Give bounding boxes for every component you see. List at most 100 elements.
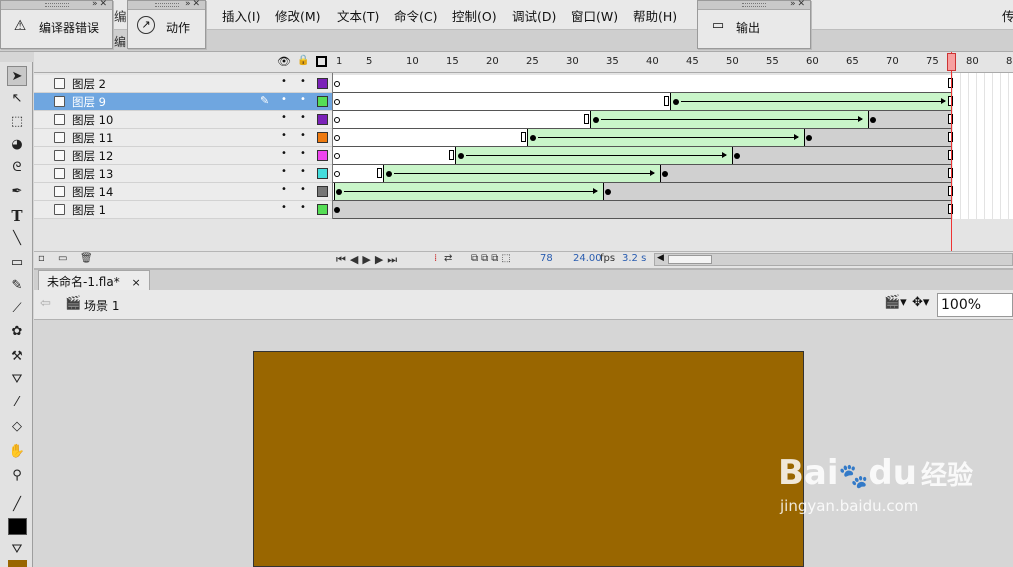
keyframe[interactable] (334, 207, 340, 213)
layer-row[interactable]: 图层 14 • • (34, 183, 332, 201)
delete-layer-icon[interactable]: 🗑 (80, 253, 93, 264)
playback-controls-icon[interactable]: ⏮◀▶▶⏭ (336, 253, 401, 267)
lock-dot[interactable]: • (300, 202, 306, 213)
menu-insert[interactable]: 插入(I) (222, 6, 260, 25)
static-frames[interactable] (333, 201, 951, 218)
zoom-input[interactable]: 100% (937, 293, 1013, 317)
layer-frames[interactable] (333, 129, 953, 147)
lock-dot[interactable]: • (300, 76, 306, 87)
layer-row[interactable]: 图层 10 • • (34, 111, 332, 129)
layer-row[interactable]: 图层 9 ✎ • • (34, 93, 332, 111)
stage[interactable] (253, 351, 804, 567)
scrollbar-thumb[interactable] (668, 255, 712, 264)
layer-frames[interactable] (333, 111, 953, 129)
layer-name[interactable]: 图层 12 (72, 148, 113, 164)
empty-keyframe[interactable] (334, 99, 340, 105)
panel-titlebar[interactable]: »✕ (128, 0, 205, 10)
time-value[interactable]: 3.2 s (622, 253, 646, 264)
lock-dot[interactable]: • (300, 112, 306, 123)
static-frames[interactable] (804, 129, 951, 146)
static-frames[interactable] (868, 111, 951, 128)
empty-keyframe[interactable] (334, 117, 340, 123)
visibility-dot[interactable]: • (281, 76, 287, 87)
onion-skin-icons[interactable]: ⧉⧉⧉⬚ (471, 253, 514, 264)
end-frame[interactable] (521, 132, 526, 142)
pen-tool-icon[interactable]: ✒ (7, 182, 27, 202)
layer-name[interactable]: 图层 10 (72, 112, 113, 128)
layer-name[interactable]: 图层 9 (72, 94, 106, 110)
layer-color-swatch[interactable] (317, 204, 328, 215)
free-transform-icon[interactable]: ⬚ (7, 112, 27, 132)
layer-name[interactable]: 图层 11 (72, 130, 113, 146)
layer-frames[interactable] (333, 183, 953, 201)
keyframe[interactable] (870, 117, 876, 123)
visibility-dot[interactable]: • (281, 94, 287, 105)
line-tool-icon[interactable]: ╲ (7, 229, 27, 249)
layer-color-swatch[interactable] (317, 78, 328, 89)
pencil-tool-icon[interactable]: ✎ (7, 276, 27, 296)
visibility-dot[interactable]: • (281, 130, 287, 141)
lock-dot[interactable]: • (300, 130, 306, 141)
menu-partial-right[interactable]: 传 (1002, 6, 1013, 25)
fps-value[interactable]: 24.00 (573, 253, 602, 264)
lock-dot[interactable]: • (300, 166, 306, 177)
panel-collapse-close-icon[interactable]: »✕ (185, 0, 202, 9)
layer-color-swatch[interactable] (317, 168, 328, 179)
layer-frames[interactable] (333, 93, 959, 111)
actions-panel[interactable]: »✕ ↗ 动作 (127, 0, 206, 49)
fill-color-icon[interactable]: ⛛ (7, 540, 27, 560)
menu-text[interactable]: 文本(T) (337, 6, 379, 25)
menu-control[interactable]: 控制(O) (452, 6, 497, 25)
close-icon[interactable]: × (132, 276, 141, 289)
end-frame[interactable] (377, 168, 382, 178)
back-arrow-icon[interactable]: ⇦ (40, 296, 51, 311)
scroll-left-icon[interactable]: ◀ (657, 253, 664, 263)
keyframe[interactable] (734, 153, 740, 159)
eyedropper-icon[interactable]: ⁄ (7, 393, 27, 413)
visibility-dot[interactable]: • (281, 184, 287, 195)
menu-help[interactable]: 帮助(H) (633, 6, 677, 25)
rectangle-tool-icon[interactable]: ▭ (7, 253, 27, 273)
layer-name[interactable]: 图层 13 (72, 166, 113, 182)
keyframe[interactable] (530, 135, 536, 141)
panel-collapse-close-icon[interactable]: »✕ (92, 0, 109, 9)
keyframe[interactable] (605, 189, 611, 195)
layer-row[interactable]: 图层 1 • • (34, 201, 332, 219)
layer-color-swatch[interactable] (317, 96, 328, 107)
new-layer-icon[interactable]: ▫ (38, 253, 45, 264)
stroke-color-swatch[interactable] (8, 518, 27, 535)
layer-row[interactable]: 图层 12 • • (34, 147, 332, 165)
keyframe[interactable] (336, 189, 342, 195)
lasso-icon[interactable]: ᘓ (7, 158, 27, 178)
menu-modify[interactable]: 修改(M) (275, 6, 321, 25)
layer-color-swatch[interactable] (317, 186, 328, 197)
lock-dot[interactable]: • (300, 94, 306, 105)
subselection-tool-icon[interactable]: ↖ (7, 89, 27, 109)
frame-ruler[interactable]: 1510152025303540455055606570758085 (333, 52, 1013, 73)
empty-keyframe[interactable] (334, 171, 340, 177)
lock-dot[interactable]: • (300, 148, 306, 159)
static-frames[interactable] (660, 165, 951, 182)
empty-keyframe[interactable] (334, 135, 340, 141)
lock-dot[interactable]: • (300, 184, 306, 195)
current-frame-value[interactable]: 78 (540, 253, 553, 264)
menu-window[interactable]: 窗口(W) (571, 6, 618, 25)
layer-frames[interactable] (333, 147, 953, 165)
keyframe[interactable] (386, 171, 392, 177)
layer-color-swatch[interactable] (317, 150, 328, 161)
compiler-errors-panel[interactable]: »✕ ⚠ 编译器错误 (0, 0, 113, 49)
text-tool-icon[interactable]: T (7, 206, 27, 226)
layer-row[interactable]: 图层 11 • • (34, 129, 332, 147)
document-tab[interactable]: 未命名-1.fla* × (38, 270, 150, 290)
layer-color-swatch[interactable] (317, 132, 328, 143)
edit-symbols-icon[interactable]: ✥▾ (912, 295, 929, 310)
layer-row[interactable]: 图层 2 • • (34, 75, 332, 93)
empty-keyframe[interactable] (334, 81, 340, 87)
empty-keyframe[interactable] (334, 153, 340, 159)
keyframe[interactable] (458, 153, 464, 159)
layer-frames[interactable] (333, 165, 953, 183)
fill-color-swatch[interactable] (8, 560, 27, 567)
timeline-hscrollbar[interactable]: ◀ (654, 253, 1013, 266)
panel-titlebar[interactable]: »✕ (1, 0, 112, 10)
layer-row[interactable]: 图层 13 • • (34, 165, 332, 183)
